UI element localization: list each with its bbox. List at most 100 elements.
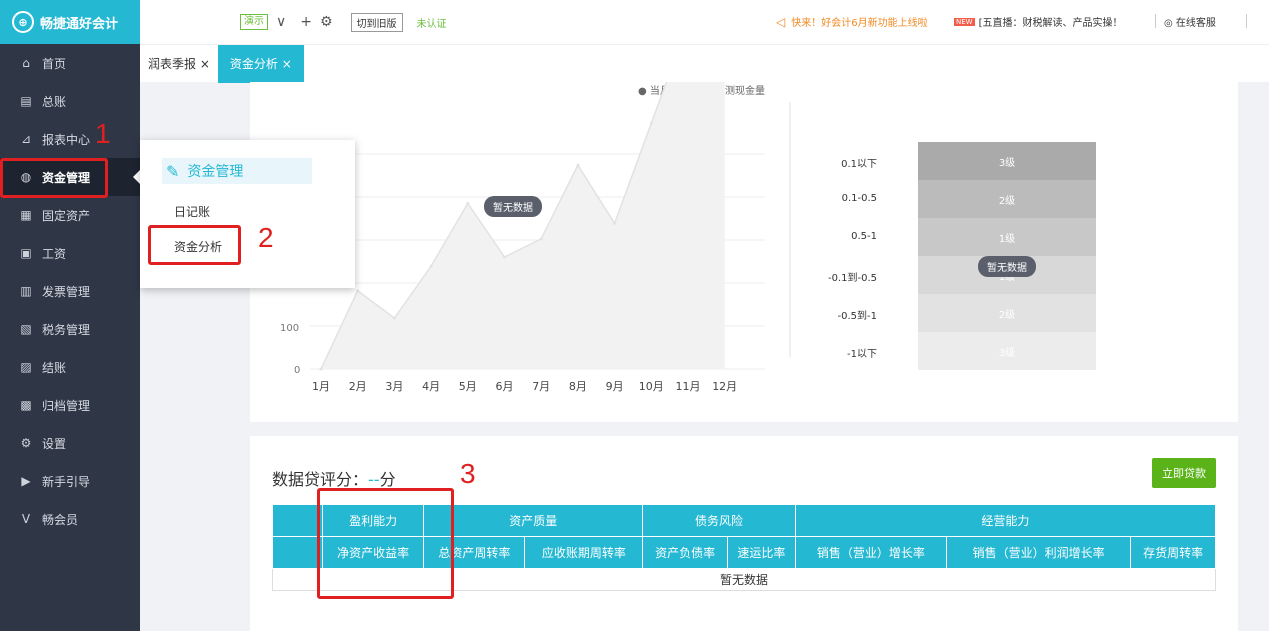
cash-analysis-card: ● 当月现金量 ● 预测现金量 10001月2月3月4月5月6月7月8月9月10… [250,82,1238,422]
sidebar-item-label: 固定资产 [42,207,90,224]
grade-range-label: -0.5到-1 [807,307,877,322]
sidebar-item-label: 畅会员 [42,511,78,528]
data-point [466,202,469,205]
group-operation: 经营能力 [795,505,1215,537]
tab-bar: 润表季报 ×资金分析 × [140,44,1269,82]
top-bar: 演示 ∨ + ⚙ 切到旧版 未认证 ◁ 快来！好会计6月新功能上线啦 NEW [… [140,0,1269,44]
sidebar-item-label: 工资 [42,245,66,262]
x-tick-label: 5月 [459,380,477,393]
submenu-item-journal[interactable]: 日记账 [174,203,210,220]
x-tick-label: 3月 [385,380,403,393]
data-point [393,317,396,320]
grade-range-label: 0.1以下 [807,155,877,170]
col-inventory-turnover: 存货周转率 [1131,537,1216,569]
grade-range-label: -0.1到-0.5 [807,269,877,284]
service-label: 在线客服 [1176,18,1216,29]
x-tick-label: 4月 [422,380,440,393]
vip-icon: V [18,512,34,526]
x-tick-label: 2月 [349,380,367,393]
sidebar-item-12[interactable]: V 畅会员 [0,500,140,538]
tax-icon: ▧ [18,322,34,336]
sidebar-item-8[interactable]: ▨ 结账 [0,348,140,386]
headset-icon: ◎ [1164,18,1173,29]
gear-icon: ⚙ [18,436,34,450]
new-badge: NEW [954,18,975,26]
annotation-box-2 [148,225,241,265]
x-tick-label: 8月 [569,380,587,393]
sidebar-item-11[interactable]: ▶新手引导 [0,462,140,500]
annotation-number-1: 1 [95,118,111,150]
guide-icon: ▶ [18,474,34,488]
tab-1[interactable]: 资金分析 × [218,45,304,83]
grade-range-label: -1以下 [807,345,877,360]
x-tick-label: 9月 [606,380,624,393]
sidebar-item-2[interactable]: ⊿ 报表中心 [0,120,140,158]
switch-old-version-button[interactable]: 切到旧版 [351,13,403,32]
data-point [613,222,616,225]
sidebar-item-label: 报表中心 [42,131,90,148]
chevron-down-icon[interactable]: ∨ [276,14,286,30]
score-unit: 分 [380,470,396,489]
group-asset-quality: 资产质量 [424,505,643,537]
document-icon: ✎ [166,162,179,181]
annotation-number-2: 2 [258,222,274,254]
sidebar-item-4[interactable]: ▦固定资产 [0,196,140,234]
y-tick-0: 0 [294,365,300,376]
sidebar-item-label: 结账 [42,359,66,376]
online-service-button[interactable]: ◎ 在线客服 [1164,14,1216,29]
grade-level-cell: 2级 [918,294,1096,332]
data-point [576,164,579,167]
submenu-title: 资金管理 [187,161,243,181]
data-point [320,368,323,371]
sidebar-item-7[interactable]: ▧ 税务管理 [0,310,140,348]
data-point [356,289,359,292]
settings-icon[interactable]: ⚙ [320,14,333,30]
blank-header [273,537,323,569]
sidebar-nav: ⌂首页▤总账⊿报表中心◍资金管理▦固定资产▣工资▥发票管理▧税务管理▨结账▩归档… [0,44,140,538]
grade-range-label: 0.5-1 [807,231,877,242]
live-text: [五直播：财税解读、产品实操！ [979,14,1123,29]
archive-icon: ▩ [18,398,34,412]
annotation-box-1 [0,158,108,198]
speaker-icon: ◁ [776,15,785,29]
x-tick-label: 1月 [312,380,330,393]
grade-level-cell: 3级 [918,332,1096,370]
fund-management-submenu: ✎ 资金管理 日记账 资金分析 [140,140,355,288]
demo-tag[interactable]: 演示 [240,14,268,30]
x-tick-label: 6月 [496,380,514,393]
unauthenticated-status[interactable]: 未认证 [417,15,447,30]
x-tick-label: 10月 [639,380,664,393]
sidebar-item-5[interactable]: ▣工资 [0,234,140,272]
sidebar-item-9[interactable]: ▩归档管理 [0,386,140,424]
app-logo[interactable]: ⊕ 畅捷通好会计 [0,0,140,44]
data-point [503,256,506,259]
live-banner[interactable]: NEW [五直播：财税解读、产品实操！ [954,14,1123,29]
col-debt-ratio: 资产负债率 [643,537,728,569]
grade-nodata-badge: 暂无数据 [978,256,1036,277]
chart-nodata-badge: 暂无数据 [484,196,542,217]
logo-text: 畅捷通好会计 [40,13,118,32]
promo-text: 快来！好会计6月新功能上线啦 [791,14,927,29]
sidebar-item-label: 税务管理 [42,321,90,338]
blank-header [273,505,323,537]
sidebar-item-10[interactable]: ⚙设置 [0,424,140,462]
score-title: 数据贷评分：--分 [272,466,396,490]
add-icon[interactable]: + [300,14,312,30]
tab-0[interactable]: 润表季报 × [140,45,218,83]
sidebar-item-0[interactable]: ⌂首页 [0,44,140,82]
col-profit-growth: 销售（营业）利润增长率 [946,537,1130,569]
group-debt-risk: 债务风险 [643,505,796,537]
sidebar-item-1[interactable]: ▤总账 [0,82,140,120]
promo-banner[interactable]: ◁ 快来！好会计6月新功能上线啦 [776,14,928,29]
col-receivable-turnover: 应收账期周转率 [525,537,643,569]
y-tick-100: 100 [280,323,299,334]
logo-icon: ⊕ [12,11,34,33]
close-books-icon: ▨ [18,360,34,374]
chart-icon: ⊿ [18,132,34,146]
ledger-icon: ▤ [18,94,34,108]
grade-range-label: 0.1-0.5 [807,193,877,204]
apply-loan-button[interactable]: 立即贷款 [1152,458,1216,488]
divider [1155,14,1156,28]
data-point [540,237,543,240]
sidebar-item-6[interactable]: ▥发票管理 [0,272,140,310]
